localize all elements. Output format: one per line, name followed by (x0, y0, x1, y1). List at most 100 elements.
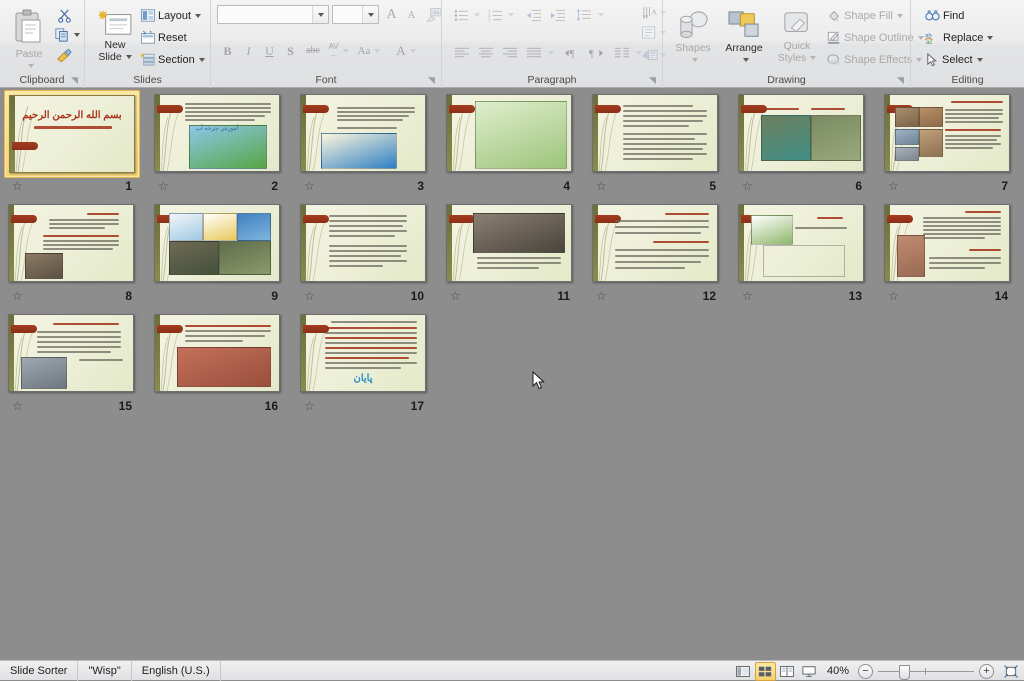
bullets-dropdown-button[interactable] (470, 4, 483, 26)
slide-meta-row: 16 (150, 398, 286, 416)
justify-button[interactable] (522, 42, 546, 64)
underline-button[interactable]: U (259, 40, 280, 62)
new-slide-dropdown-arrow[interactable] (125, 55, 132, 60)
slide-thumbnail-10[interactable] (296, 200, 432, 288)
slide-transition-star-icon[interactable]: ☆ (12, 290, 26, 303)
copy-dropdown-button[interactable] (68, 24, 82, 46)
shape-fill-button[interactable]: Shape Fill (823, 6, 907, 25)
font-name-combo[interactable] (217, 5, 329, 24)
slide-thumbnail-2[interactable]: آموزش چرخه آب (150, 90, 286, 178)
zoom-level-label[interactable]: 40% (827, 665, 849, 677)
character-spacing-button[interactable]: AV ↔ (325, 40, 352, 62)
zoom-slider-thumb[interactable] (899, 664, 910, 680)
layout-button[interactable]: Layout (137, 6, 205, 25)
status-theme-label[interactable]: "Wisp" (78, 660, 132, 681)
reset-button[interactable]: Reset (137, 28, 191, 47)
italic-button[interactable]: I (238, 40, 259, 62)
decrease-font-size-button[interactable]: A (401, 4, 422, 26)
align-center-button[interactable] (474, 42, 498, 64)
select-button[interactable]: Select (921, 50, 987, 69)
find-button[interactable]: Find (921, 6, 968, 25)
paste-dropdown-arrow[interactable] (28, 64, 34, 69)
slide-text-line (185, 115, 265, 117)
slide-thumbnail-17[interactable]: پایان (296, 310, 432, 398)
slide-sorter-view-button[interactable] (754, 661, 776, 681)
line-spacing-button[interactable] (572, 4, 596, 26)
slide-thumbnail-11[interactable] (442, 200, 578, 288)
slide-thumbnail-5[interactable] (588, 90, 724, 178)
slide-transition-star-icon[interactable]: ☆ (12, 180, 26, 193)
drawing-dialog-launcher[interactable] (897, 76, 906, 85)
slide-transition-star-icon[interactable]: ☆ (158, 180, 172, 193)
slide-transition-star-icon[interactable]: ☆ (742, 180, 756, 193)
decrease-indent-button[interactable] (522, 4, 546, 26)
font-size-dropdown-arrow[interactable] (362, 6, 378, 23)
slide-transition-star-icon[interactable]: ☆ (596, 180, 610, 193)
slide-thumbnail-14[interactable] (880, 200, 1016, 288)
paste-button[interactable]: Paste (6, 4, 52, 69)
font-color-button[interactable]: A (391, 40, 421, 62)
increase-font-size-button[interactable]: A (381, 4, 402, 26)
slide-transition-star-icon[interactable]: ☆ (888, 290, 902, 303)
slide-transition-star-icon[interactable]: ☆ (596, 290, 610, 303)
status-view-label[interactable]: Slide Sorter (0, 660, 79, 681)
slide-show-view-button[interactable] (799, 662, 820, 681)
slide-image-erosion-bottom (763, 245, 845, 277)
quick-styles-button[interactable]: Quick Styles (771, 6, 823, 70)
slide-transition-star-icon[interactable]: ☆ (888, 180, 902, 193)
slide-transition-star-icon[interactable]: ☆ (304, 180, 318, 193)
format-painter-button[interactable] (52, 44, 76, 66)
paragraph-dialog-launcher[interactable] (649, 76, 658, 85)
bold-button[interactable]: B (217, 40, 238, 62)
justify-dropdown-button[interactable] (544, 42, 557, 64)
left-to-right-button[interactable]: ¶ (560, 42, 584, 64)
replace-button[interactable]: ab ac Replace (921, 28, 997, 47)
strikethrough-button[interactable]: abc (301, 40, 325, 62)
arrange-button[interactable]: Arrange (717, 6, 771, 70)
columns-button[interactable] (610, 42, 634, 64)
align-left-button[interactable] (450, 42, 474, 64)
reading-view-button[interactable] (777, 662, 798, 681)
line-spacing-dropdown-button[interactable] (594, 4, 607, 26)
slide-transition-star-icon[interactable]: ☆ (450, 290, 464, 303)
slide-thumbnail-3[interactable] (296, 90, 432, 178)
numbering-button[interactable]: 1 2 3 (484, 4, 506, 26)
right-to-left-button[interactable]: ¶ (584, 42, 608, 64)
slide-thumbnail-13[interactable] (734, 200, 870, 288)
text-shadow-button[interactable]: S (280, 40, 301, 62)
slide-transition-star-icon[interactable]: ☆ (304, 290, 318, 303)
status-language-label[interactable]: English (U.S.) (132, 660, 221, 681)
fit-slide-to-window-button[interactable] (1001, 663, 1020, 680)
normal-view-button[interactable] (733, 662, 754, 681)
align-right-button[interactable] (498, 42, 522, 64)
slide-sorter-canvas[interactable]: بسم الله الرحمن الرحیم ☆ 1 آموزش چرخه آب ☆ 2 ☆… (0, 88, 1024, 660)
font-name-dropdown-arrow[interactable] (312, 6, 328, 23)
slide-thumbnail-8[interactable] (4, 200, 140, 288)
slide-thumbnail-7[interactable] (880, 90, 1016, 178)
slide-transition-star-icon[interactable]: ☆ (304, 400, 318, 413)
slide-thumbnail-15[interactable] (4, 310, 140, 398)
slide-thumbnail-6[interactable] (734, 90, 870, 178)
slide-transition-star-icon[interactable]: ☆ (12, 400, 26, 413)
shapes-button[interactable]: Shapes (669, 6, 717, 70)
font-size-combo[interactable] (332, 5, 379, 24)
new-slide-button[interactable]: New Slide (91, 6, 139, 70)
slide-thumbnail-9[interactable] (150, 200, 286, 288)
slide-thumbnail-12[interactable] (588, 200, 724, 288)
increase-indent-button[interactable] (546, 4, 570, 26)
zoom-slider[interactable] (878, 664, 974, 680)
zoom-out-button[interactable]: − (858, 663, 873, 679)
zoom-in-button[interactable]: + (979, 663, 994, 679)
slide-transition-star-icon[interactable]: ☆ (742, 290, 756, 303)
bullets-button[interactable] (450, 4, 472, 26)
theme-banner-arrow (449, 215, 475, 223)
cut-button[interactable] (52, 4, 76, 26)
font-dialog-launcher[interactable] (428, 76, 437, 85)
slide-thumbnail-4[interactable] (442, 90, 578, 178)
section-button[interactable]: Section (137, 50, 209, 69)
slide-thumbnail-16[interactable] (150, 310, 286, 398)
slide-thumbnail-1[interactable]: بسم الله الرحمن الرحیم (4, 90, 140, 178)
numbering-dropdown-button[interactable] (504, 4, 517, 26)
change-case-button[interactable]: Aa (354, 40, 384, 62)
clipboard-dialog-launcher[interactable] (71, 76, 80, 85)
